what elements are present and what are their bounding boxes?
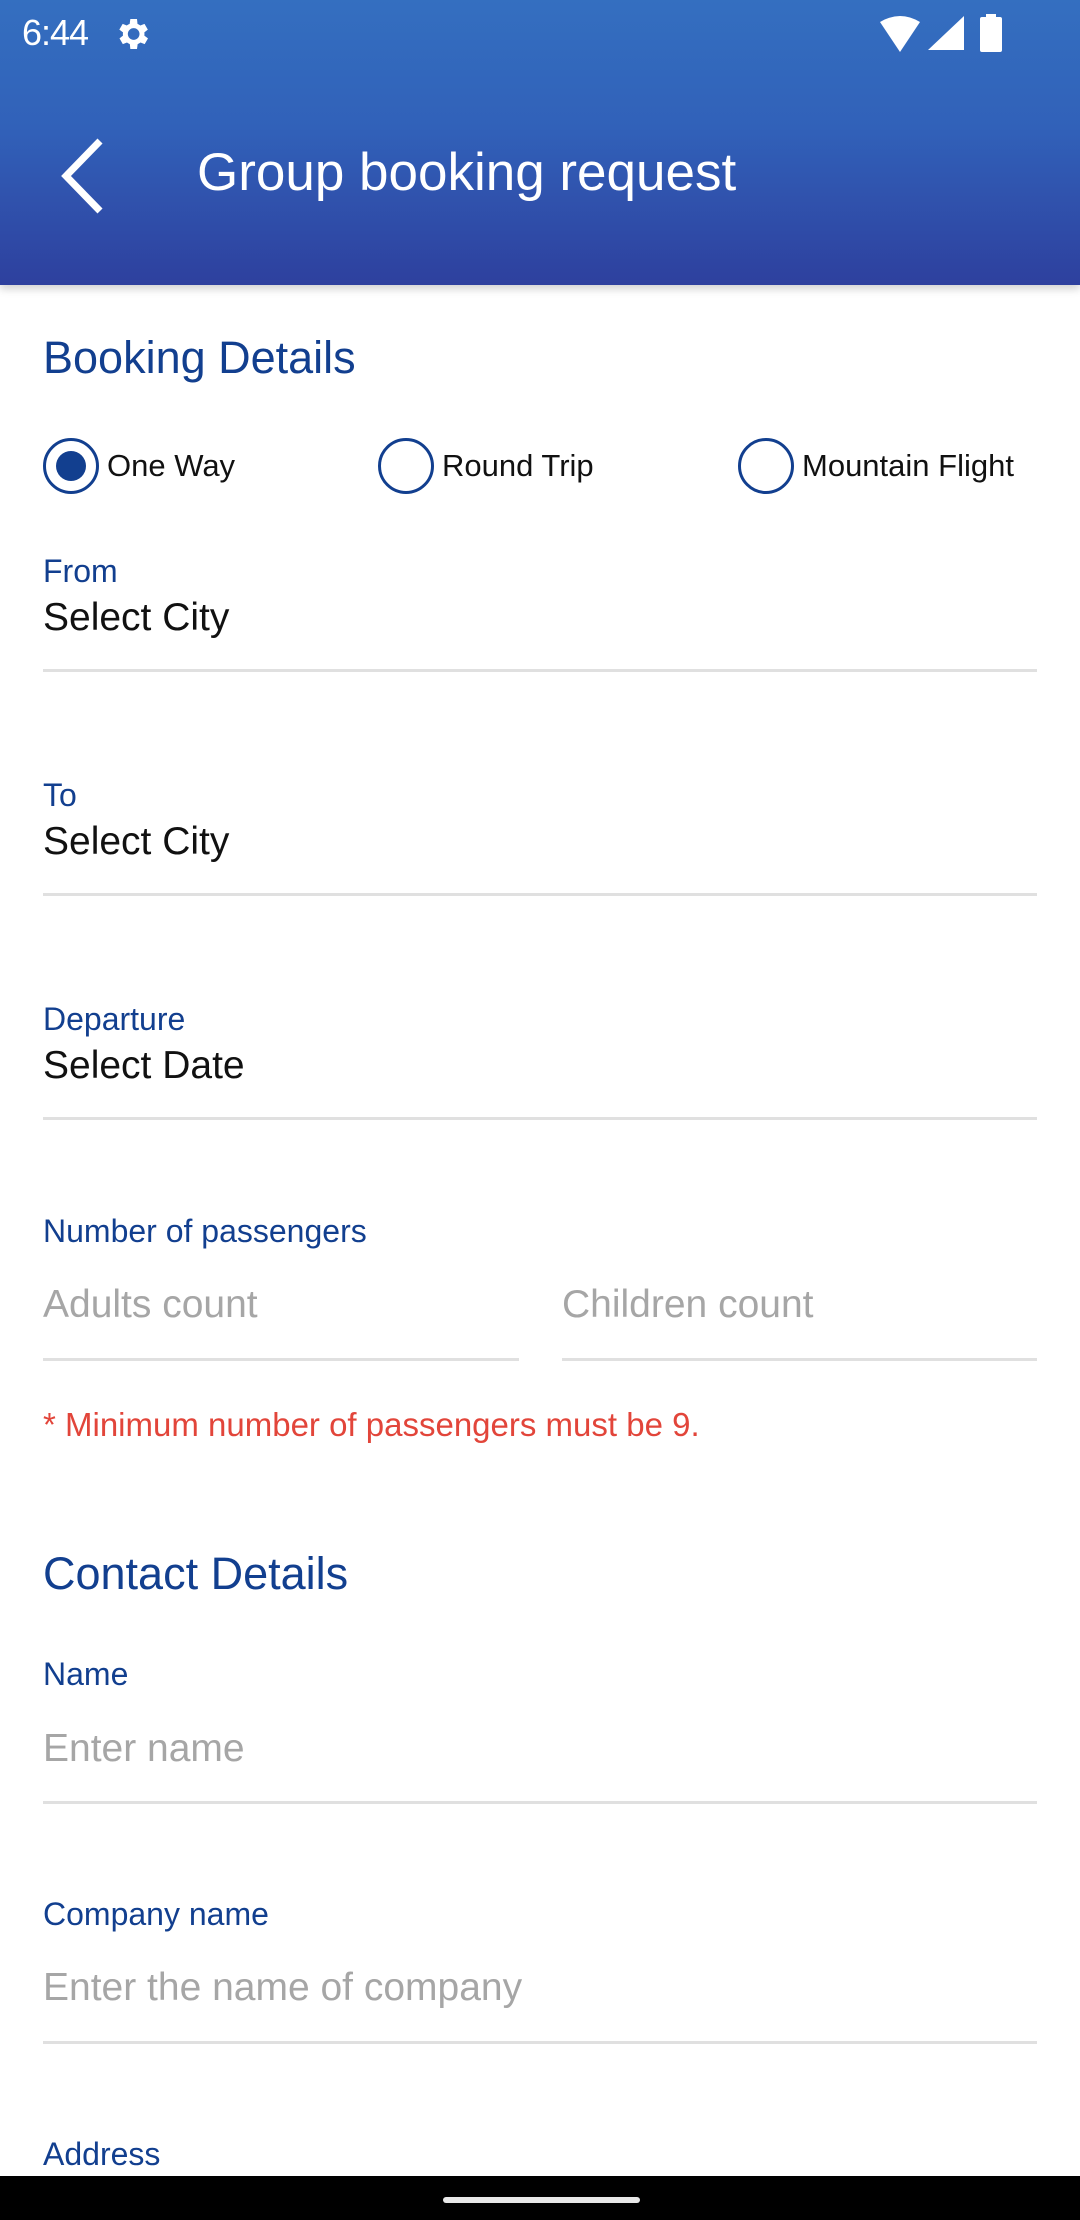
from-city-field[interactable]: Select City	[43, 596, 229, 640]
radio-unchecked-icon	[378, 438, 434, 494]
company-name-input[interactable]: Enter the name of company	[43, 1966, 522, 2010]
contact-details-heading: Contact Details	[43, 1548, 349, 1599]
name-label: Name	[43, 1656, 129, 1692]
group-booking-screen: 6:44 Group booking request Booking Detai…	[0, 0, 1080, 2220]
status-time: 6:44	[22, 12, 89, 53]
to-underline	[43, 893, 1037, 896]
gear-icon	[119, 19, 148, 49]
from-underline	[43, 669, 1037, 672]
radio-round-trip[interactable]: Round Trip	[378, 438, 594, 494]
radio-checked-icon	[43, 438, 99, 494]
radio-mountain-flight[interactable]: Mountain Flight	[738, 438, 1014, 494]
to-label: To	[43, 777, 77, 813]
wifi-icon	[880, 16, 920, 52]
app-bar: 6:44 Group booking request	[0, 0, 1080, 285]
signal-icon	[928, 16, 964, 50]
company-underline	[43, 2041, 1037, 2044]
children-underline	[562, 1358, 1037, 1361]
adults-count-input[interactable]: Adults count	[43, 1283, 258, 1327]
name-input[interactable]: Enter name	[43, 1727, 245, 1771]
system-nav-bar	[0, 2176, 1080, 2220]
radio-label: Mountain Flight	[802, 448, 1014, 483]
status-bar: 6:44	[0, 0, 1080, 66]
radio-label: Round Trip	[442, 448, 594, 483]
passengers-label: Number of passengers	[43, 1213, 367, 1249]
battery-icon	[980, 14, 1002, 52]
page-title: Group booking request	[197, 143, 737, 202]
departure-date-field[interactable]: Select Date	[43, 1044, 245, 1088]
company-name-label: Company name	[43, 1896, 269, 1932]
passengers-error-message: * Minimum number of passengers must be 9…	[43, 1406, 700, 1443]
adults-underline	[43, 1358, 519, 1361]
address-label: Address	[43, 2136, 161, 2172]
departure-underline	[43, 1117, 1037, 1120]
children-count-input[interactable]: Children count	[562, 1283, 813, 1327]
from-label: From	[43, 553, 118, 589]
home-gesture-handle[interactable]	[443, 2197, 640, 2203]
booking-details-heading: Booking Details	[43, 332, 356, 383]
name-underline	[43, 1801, 1037, 1804]
back-chevron-icon[interactable]	[56, 135, 116, 217]
radio-one-way[interactable]: One Way	[43, 438, 235, 494]
departure-label: Departure	[43, 1001, 186, 1037]
radio-unchecked-icon	[738, 438, 794, 494]
radio-label: One Way	[107, 448, 236, 483]
to-city-field[interactable]: Select City	[43, 820, 229, 864]
